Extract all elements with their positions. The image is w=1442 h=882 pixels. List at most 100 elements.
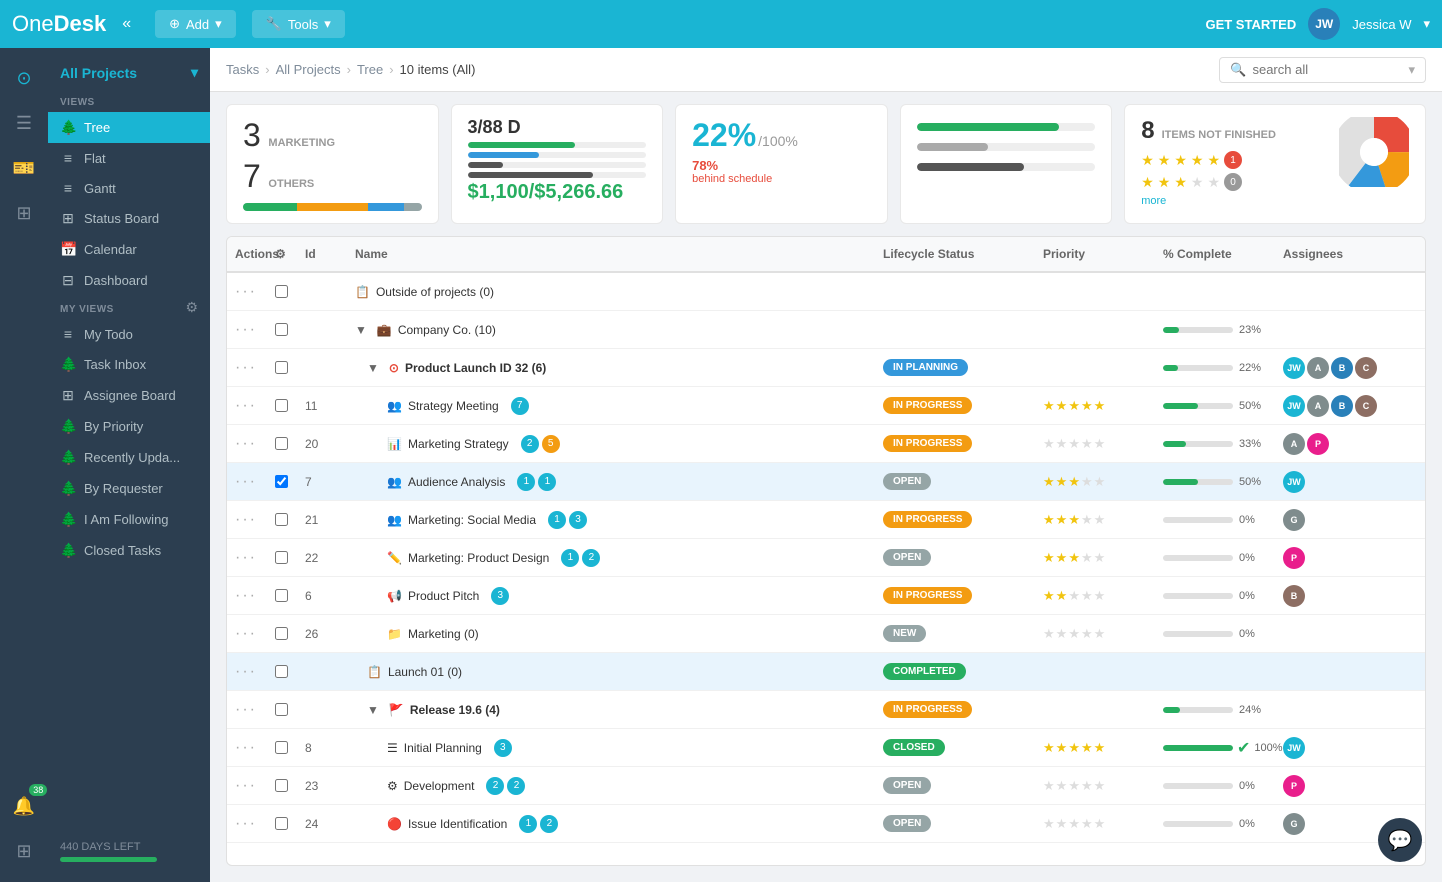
sidebar-item-recently-updated[interactable]: 🌲 Recently Upda... — [48, 442, 210, 473]
all-projects-header[interactable]: All Projects ▾ — [48, 56, 210, 89]
sidebar-item-status-board[interactable]: ⊞ Status Board — [48, 203, 210, 234]
sidebar-item-calendar[interactable]: 📅 Calendar — [48, 234, 210, 265]
settings-icon[interactable]: ⚙ — [275, 247, 286, 261]
row-check[interactable] — [267, 547, 297, 568]
row-actions[interactable]: ··· — [227, 469, 267, 495]
row-check[interactable] — [267, 737, 297, 758]
breadcrumb-all-projects[interactable]: All Projects — [276, 62, 341, 77]
tools-button[interactable]: 🔧 Tools ▾ — [252, 10, 345, 38]
nav-icon-grid[interactable]: ⊞ — [8, 833, 39, 870]
sidebar-item-flat[interactable]: ≡ Flat — [48, 143, 210, 173]
breadcrumb-tasks[interactable]: Tasks — [226, 62, 259, 77]
row-actions[interactable]: ··· — [227, 773, 267, 799]
pencil-badge: 1 — [519, 815, 537, 833]
row-actions[interactable]: ··· — [227, 507, 267, 533]
row-priority: ★★★★★ — [1035, 394, 1155, 418]
nav-icon-ticket[interactable]: 🎫 — [5, 150, 43, 187]
behind-percent: 78% — [692, 158, 871, 173]
collapse-icon[interactable]: ▼ — [355, 323, 367, 337]
row-priority — [1035, 668, 1155, 676]
row-check[interactable] — [267, 281, 297, 302]
sidebar-item-dashboard[interactable]: ⊟ Dashboard — [48, 265, 210, 296]
sidebar-item-i-am-following[interactable]: 🌲 I Am Following — [48, 504, 210, 535]
behind-label: behind schedule — [692, 173, 871, 185]
row-assignees — [1275, 668, 1425, 676]
row-actions[interactable]: ··· — [227, 279, 267, 305]
data-table: Actions ⚙ Id Name Lifecycle Status Prior… — [226, 236, 1426, 866]
row-pct: 0% — [1155, 814, 1275, 834]
notification-badge: 38 — [29, 784, 47, 796]
collapse-nav-button[interactable]: « — [122, 15, 131, 33]
row-id: 6 — [297, 585, 347, 607]
row-id: 7 — [297, 471, 347, 493]
nav-icon-tasks[interactable]: ⊙ — [8, 60, 39, 97]
row-check[interactable] — [267, 585, 297, 606]
nav-icon-list[interactable]: ☰ — [8, 105, 40, 142]
row-actions[interactable]: ··· — [227, 659, 267, 685]
row-id — [297, 364, 347, 372]
row-pct: 23% — [1155, 320, 1275, 340]
row-check[interactable] — [267, 433, 297, 454]
nav-icon-board[interactable]: ⊞ — [8, 195, 39, 232]
row-priority — [1035, 364, 1155, 372]
row-check[interactable] — [267, 471, 297, 492]
sidebar-item-closed-tasks[interactable]: 🌲 Closed Tasks — [48, 535, 210, 566]
col-name: Name — [347, 237, 875, 271]
row-check[interactable] — [267, 319, 297, 340]
row-pct: 0% — [1155, 586, 1275, 606]
sidebar-item-by-priority[interactable]: 🌲 By Priority — [48, 411, 210, 442]
row-check[interactable] — [267, 661, 297, 682]
row-actions[interactable]: ··· — [227, 583, 267, 609]
sidebar-item-my-todo[interactable]: ≡ My Todo — [48, 319, 210, 349]
row-actions[interactable]: ··· — [227, 811, 267, 837]
avatar: B — [1331, 395, 1353, 417]
marketing-label: MARKETING — [268, 137, 335, 149]
row-check[interactable] — [267, 509, 297, 530]
row-check[interactable] — [267, 623, 297, 644]
sidebar-item-assignee-board[interactable]: ⊞ Assignee Board — [48, 380, 210, 411]
row-id: 20 — [297, 433, 347, 455]
collapse-icon[interactable]: ▼ — [367, 703, 379, 717]
more-link[interactable]: more — [1141, 195, 1327, 207]
row-assignees: JW — [1275, 733, 1425, 763]
row-actions[interactable]: ··· — [227, 621, 267, 647]
search-input[interactable] — [1252, 62, 1402, 77]
row-actions[interactable]: ··· — [227, 431, 267, 457]
row-priority — [1035, 706, 1155, 714]
sidebar-item-tree[interactable]: 🌲 Tree — [48, 112, 210, 143]
table-row: ··· 8 ☰ Initial Planning 3 CLOSED ★★★★★ — [227, 729, 1425, 767]
row-assignees: P — [1275, 771, 1425, 801]
row-actions[interactable]: ··· — [227, 393, 267, 419]
row-check[interactable] — [267, 357, 297, 378]
row-assignees: JW A B C — [1275, 353, 1425, 383]
avatar: G — [1283, 509, 1305, 531]
row-check[interactable] — [267, 699, 297, 720]
stat-card-items: 8 ITEMS NOT FINISHED ★ ★ ★ ★ ★ 1 ★ ★ — [1124, 104, 1426, 224]
row-actions[interactable]: ··· — [227, 355, 267, 381]
add-chevron-icon: ▾ — [215, 16, 222, 32]
row-check[interactable] — [267, 813, 297, 834]
get-started-button[interactable]: GET STARTED — [1205, 17, 1296, 32]
sidebar-item-task-inbox[interactable]: 🌲 Task Inbox — [48, 349, 210, 380]
row-actions[interactable]: ··· — [227, 735, 267, 761]
collapse-icon[interactable]: ▼ — [367, 361, 379, 375]
row-check[interactable] — [267, 395, 297, 416]
tools-icon: 🔧 — [266, 16, 282, 32]
chat-button[interactable]: 💬 — [1378, 818, 1422, 862]
search-box[interactable]: 🔍 ▾ — [1219, 57, 1426, 83]
row-actions[interactable]: ··· — [227, 545, 267, 571]
add-button[interactable]: ⊕ Add ▾ — [155, 10, 236, 38]
sidebar-item-by-requester[interactable]: 🌲 By Requester — [48, 473, 210, 504]
table-row: ··· ▼ 💼 Company Co. (10) 23% — [227, 311, 1425, 349]
flat-icon: ≡ — [60, 150, 76, 166]
task-inbox-icon: 🌲 — [60, 356, 76, 373]
row-actions[interactable]: ··· — [227, 317, 267, 343]
row-actions[interactable]: ··· — [227, 697, 267, 723]
my-views-settings-icon[interactable]: ⚙ — [185, 299, 198, 316]
table-row: ··· 📋 Outside of projects (0) — [227, 273, 1425, 311]
breadcrumb-tree[interactable]: Tree — [357, 62, 383, 77]
row-check[interactable] — [267, 775, 297, 796]
row-id: 24 — [297, 813, 347, 835]
row-lifecycle: CLOSED — [875, 735, 1035, 760]
sidebar-item-gantt[interactable]: ≡ Gantt — [48, 173, 210, 203]
